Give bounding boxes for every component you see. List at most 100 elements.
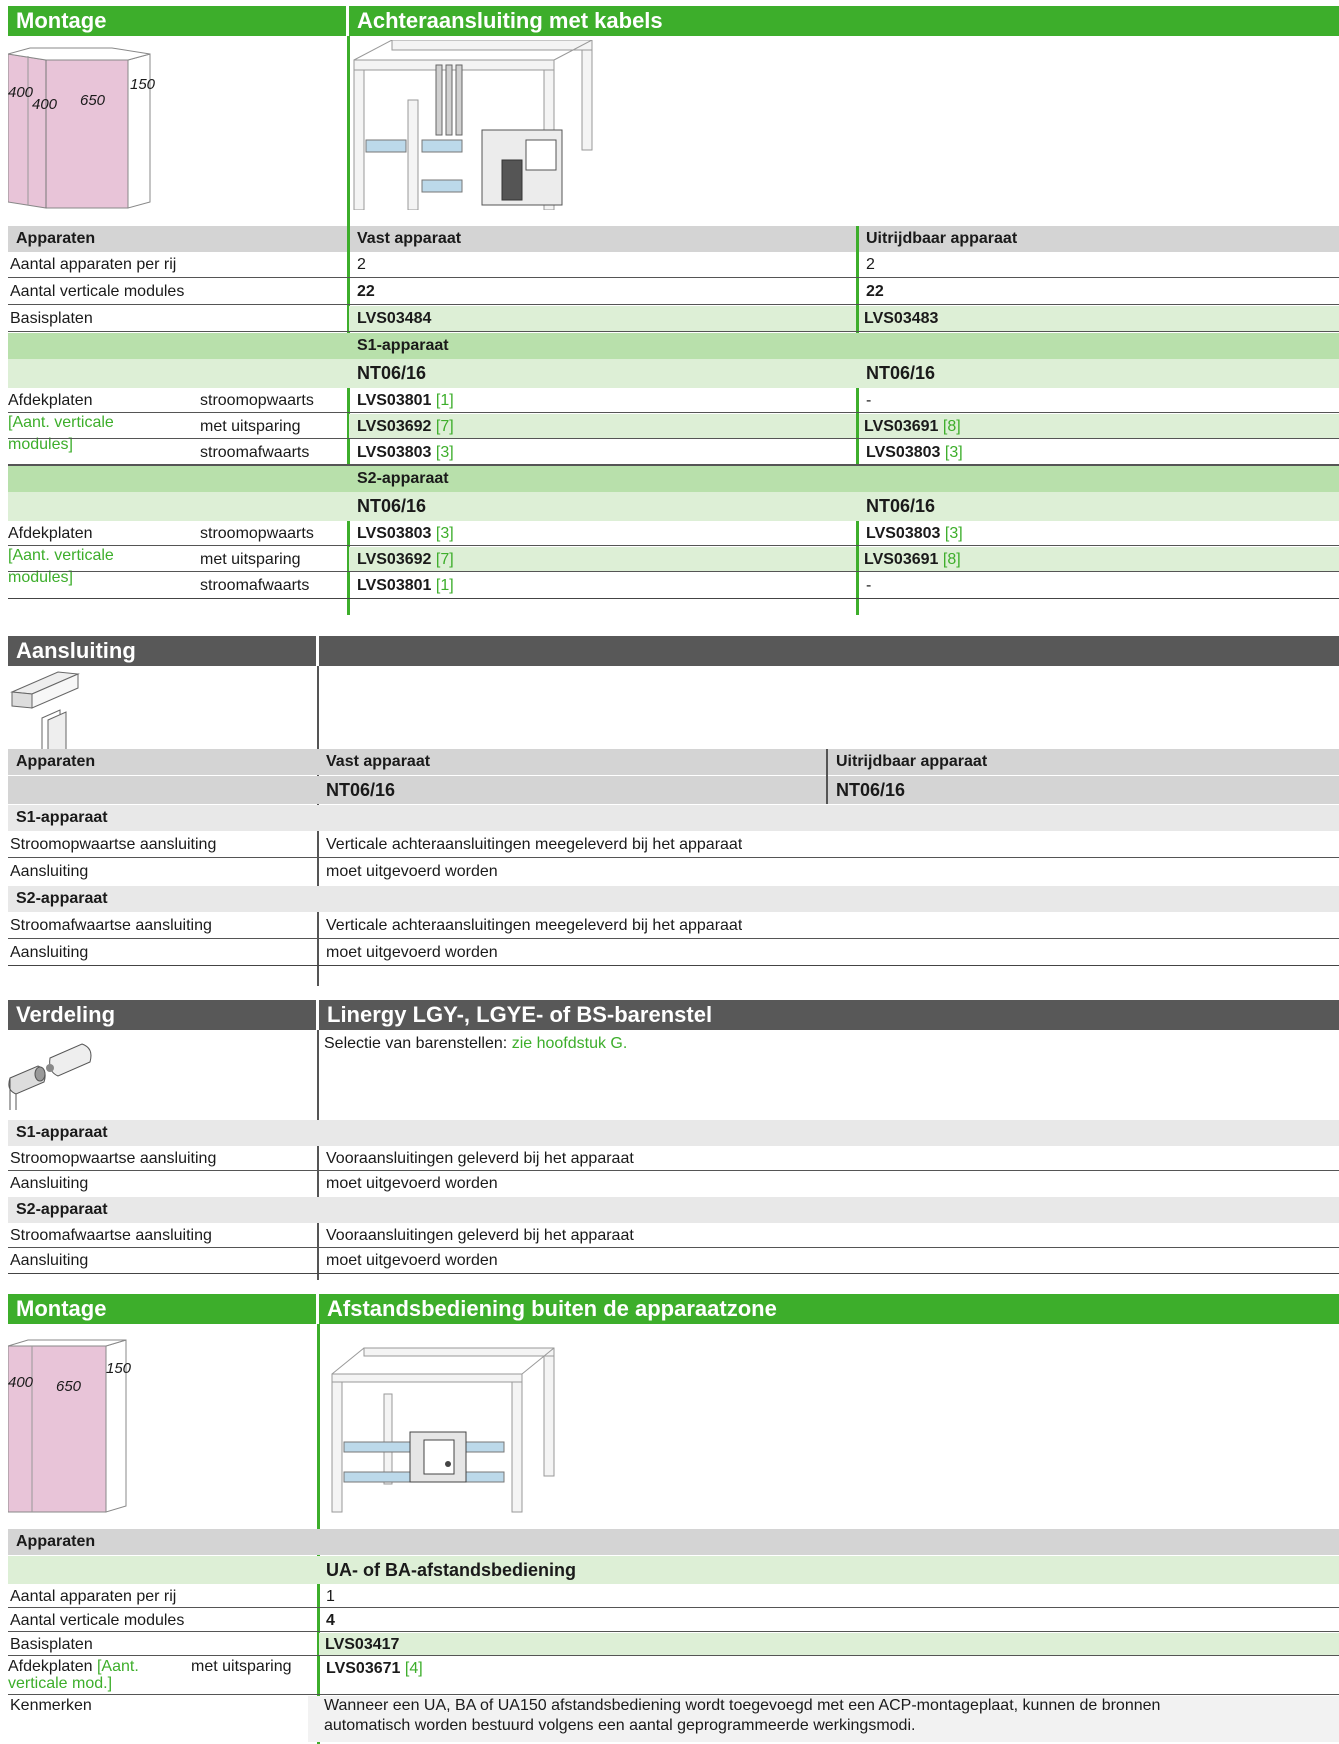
dim-label: 400 xyxy=(8,84,34,101)
cell-value: moet uitgevoerd worden xyxy=(326,944,498,961)
cell-value: LVS03803 [3] xyxy=(357,525,454,542)
col-vast: Vast apparaat xyxy=(357,230,462,247)
s1-title-row: S1-apparaat xyxy=(8,805,1339,831)
table-row: Afdekplaten [Aant. met uitsparing vertic… xyxy=(8,1657,1339,1695)
cell-value: LVS03801 [1] xyxy=(357,392,454,409)
dim-label: 650 xyxy=(80,92,106,109)
s2-model-row: NT06/16 NT06/16 xyxy=(8,492,1339,521)
model-name: NT06/16 xyxy=(357,496,427,516)
model-name: NT06/16 xyxy=(357,363,427,383)
table-row: Basisplaten LVS03484 LVS03483 xyxy=(8,306,1339,332)
apparaten-row: Apparaten xyxy=(8,1529,1339,1555)
cell-value: LVS03803 [3] xyxy=(866,444,963,461)
col-apparaten: Apparaten xyxy=(16,230,96,247)
table-row: Stroomafwaartse aansluiting Verticale ac… xyxy=(8,913,1339,939)
chapter-g-link[interactable]: zie hoofdstuk G. xyxy=(512,1035,628,1052)
table-row: Aantal verticale modules 22 22 xyxy=(8,279,1339,305)
col-apparaten: Apparaten xyxy=(16,1533,96,1550)
row-sublabel: met uitsparing xyxy=(200,551,301,568)
row-label: Aantal apparaten per rij xyxy=(10,1588,177,1605)
s2-title-row: S2-apparaat xyxy=(8,886,1339,912)
section-header-verdeling: Verdeling xyxy=(8,1000,316,1030)
s2-title-row: S2-apparaat xyxy=(8,1197,1339,1223)
table-row: met uitsparing LVS03692 [7] LVS03691 [8] xyxy=(8,547,1339,572)
dim-label: 400 xyxy=(32,96,58,113)
table-row: Aantal verticale modules 4 xyxy=(8,1609,1339,1632)
kenmerken-row: Kenmerken Wanneer een UA, BA of UA150 af… xyxy=(8,1696,1339,1742)
cell-value: moet uitgevoerd worden xyxy=(326,863,498,880)
section-header-aansluiting: Aansluiting xyxy=(8,636,316,666)
row-sublabel: met uitsparing xyxy=(200,418,301,435)
divider xyxy=(826,749,828,804)
s1-title-row: S1-apparaat xyxy=(8,1120,1339,1146)
row-label: Aansluiting xyxy=(10,944,89,961)
cell-value: Vooraansluitingen geleverd bij het appar… xyxy=(326,1227,634,1244)
model-name: UA- of BA-afstandsbediening xyxy=(326,1560,576,1580)
row-label: Stroomafwaartse aansluiting xyxy=(10,917,212,934)
model-row: UA- of BA-afstandsbediening xyxy=(8,1556,1339,1584)
cabinet-dimension-illustration xyxy=(8,47,151,209)
section-montage-afstandsbediening: Montage Afstandsbediening buiten de appa… xyxy=(8,1288,1339,1744)
s1-model-row: NT06/16 NT06/16 xyxy=(8,359,1339,388)
row-label: Kenmerken xyxy=(8,1696,308,1742)
cell-value: - xyxy=(866,577,872,594)
dim-label: 150 xyxy=(106,1360,132,1377)
cell-value: Verticale achteraansluitingen meegelever… xyxy=(326,836,743,853)
cell-value: LVS03483 xyxy=(859,306,1339,331)
section-header-afstandsbediening: Afstandsbediening buiten de apparaatzone xyxy=(319,1294,1339,1324)
row-label: Aantal verticale modules xyxy=(10,1612,185,1629)
cell-value: 4 xyxy=(326,1612,335,1629)
col-apparaten: Apparaten xyxy=(16,753,96,770)
cell-value: 22 xyxy=(866,283,884,300)
model-name: NT06/16 xyxy=(866,496,936,516)
row-label: Aansluiting xyxy=(10,1175,89,1192)
cell-value: Vooraansluitingen geleverd bij het appar… xyxy=(326,1150,634,1167)
row-label: Stroomopwaartse aansluiting xyxy=(10,1150,217,1167)
cell-value: moet uitgevoerd worden xyxy=(326,1175,498,1192)
table-row: Aantal apparaten per rij 2 2 xyxy=(8,252,1339,278)
cable-connection-icon xyxy=(10,671,80,750)
table-row: Aantal apparaten per rij 1 xyxy=(8,1585,1339,1608)
s1-title: S1-apparaat xyxy=(16,1124,108,1141)
section-verdeling: Verdeling Linergy LGY-, LGYE- of BS-bare… xyxy=(8,994,1339,1284)
remote-control-mounting-illustration xyxy=(331,1347,555,1513)
table-row: Aansluiting moet uitgevoerd worden xyxy=(8,1172,1339,1196)
divider xyxy=(347,36,350,226)
dim-label: 150 xyxy=(130,76,156,93)
table-row: met uitsparing LVS03692 [7] LVS03691 [8] xyxy=(8,414,1339,439)
section-montage-kabels: Montage Achteraansluiting met kabels 400… xyxy=(8,0,1339,615)
cell-value: 22 xyxy=(357,283,375,300)
table-row: Aansluiting moet uitgevoerd worden xyxy=(8,859,1339,885)
cell-value: LVS03692 [7] xyxy=(349,414,856,438)
row-label: Stroomafwaartse aansluiting xyxy=(10,1227,212,1244)
section-header-montage: Montage xyxy=(8,6,346,36)
s2-title: S2-apparaat xyxy=(357,470,449,487)
table-row: Stroomafwaartse aansluiting Vooraansluit… xyxy=(8,1224,1339,1248)
table-row: Aansluiting moet uitgevoerd worden xyxy=(8,1249,1339,1274)
cell-value: - xyxy=(866,392,872,409)
section-header-montage: Montage xyxy=(8,1294,316,1324)
section-aansluiting: Aansluiting Apparaten Vast apparaat Uitr… xyxy=(8,630,1339,986)
dim-label: 400 xyxy=(8,1374,34,1391)
column-header-row: Apparaten Vast apparaat Uitrijdbaar appa… xyxy=(8,749,1339,775)
cell-value: LVS03803 [3] xyxy=(866,525,963,542)
model-name: NT06/16 xyxy=(836,780,906,800)
cell-value: Verticale achteraansluitingen meegelever… xyxy=(326,917,743,934)
cell-value: 2 xyxy=(357,256,366,273)
s2-title-row: S2-apparaat xyxy=(8,466,1339,492)
model-name: NT06/16 xyxy=(866,363,936,383)
table-row: Basisplaten LVS03417 xyxy=(8,1633,1339,1656)
s1-title: S1-apparaat xyxy=(357,337,449,354)
table-row: stroomafwaarts LVS03801 [1] - xyxy=(8,573,1339,599)
cell-value: LVS03801 [1] xyxy=(357,577,454,594)
cell-value: LVS03417 xyxy=(319,1633,1339,1655)
table-row: Stroomopwaartse aansluiting Vooraansluit… xyxy=(8,1147,1339,1171)
cell-value: moet uitgevoerd worden xyxy=(326,1252,498,1269)
table-row: stroomafwaarts LVS03803 [3] LVS03803 [3] xyxy=(8,440,1339,465)
s1-title: S1-apparaat xyxy=(16,809,108,826)
row-sublabel: stroomafwaarts xyxy=(200,577,310,594)
switchboard-illustration xyxy=(353,40,593,210)
row-sublabel: stroomafwaarts xyxy=(200,444,310,461)
cell-value: LVS03691 [8] xyxy=(859,547,1339,571)
dim-label: 650 xyxy=(56,1378,82,1395)
